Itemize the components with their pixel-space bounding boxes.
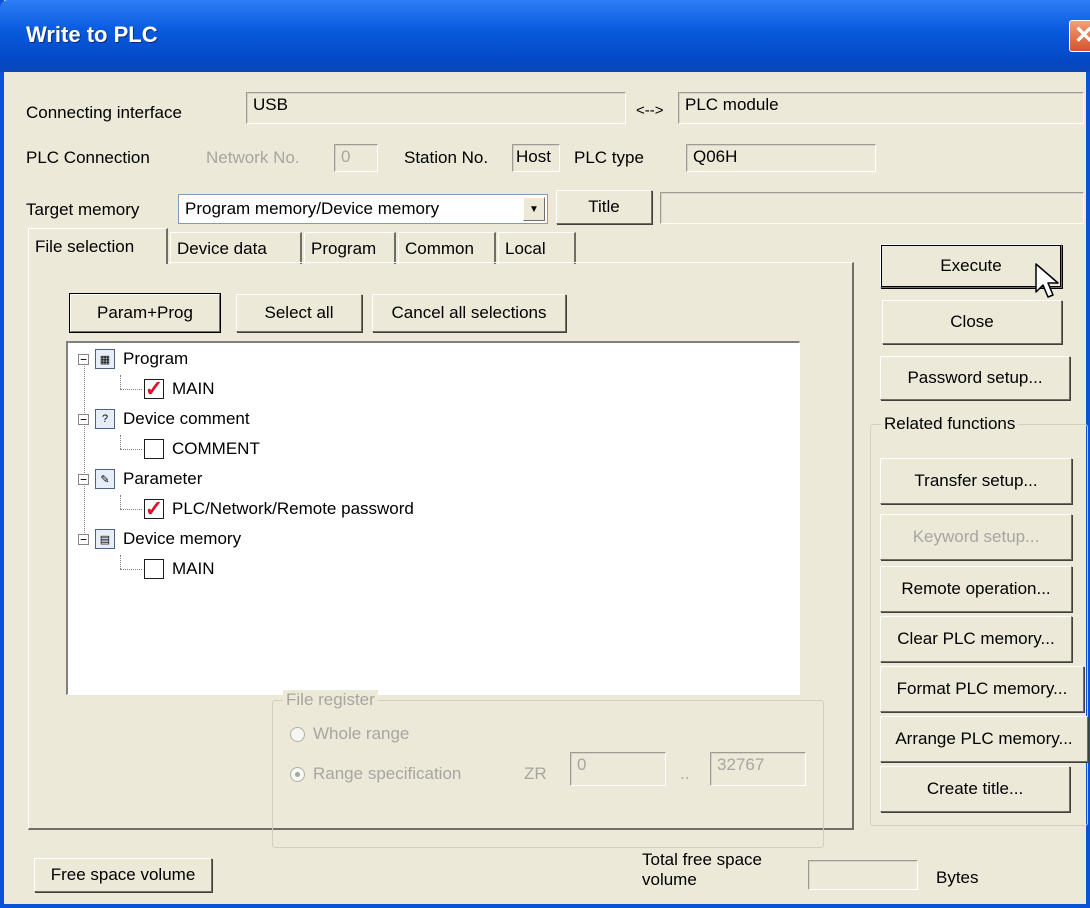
password-setup-button[interactable]: Password setup...: [880, 356, 1070, 400]
parameter-icon: ✎: [95, 469, 115, 489]
device-memory-icon: ▤: [95, 529, 115, 549]
total-free-space-field: [808, 860, 918, 890]
tree-leaf-label: MAIN: [172, 379, 215, 398]
select-all-button[interactable]: Select all: [236, 294, 362, 332]
network-no-field: 0: [334, 144, 378, 172]
param-prog-button[interactable]: Param+Prog: [69, 293, 221, 333]
keyword-setup-button: Keyword setup...: [880, 514, 1072, 560]
title-field[interactable]: [660, 192, 1084, 224]
station-no-field: Host: [512, 144, 560, 172]
mouse-pointer-icon: [1035, 263, 1059, 298]
range-specification-radio[interactable]: Range specification: [290, 764, 461, 784]
tab-file-selection[interactable]: File selection: [28, 228, 168, 264]
title-button[interactable]: Title: [556, 190, 652, 224]
create-title-button[interactable]: Create title...: [880, 766, 1070, 812]
program-icon: ▦: [95, 349, 115, 369]
cancel-all-selections-button[interactable]: Cancel all selections: [372, 294, 566, 332]
remote-operation-button[interactable]: Remote operation...: [880, 566, 1072, 612]
title-bar[interactable]: Write to PLC ✕: [0, 0, 1090, 72]
total-free-space-line2: volume: [642, 870, 697, 889]
network-no-label: Network No.: [206, 148, 300, 167]
connecting-interface-label: Connecting interface: [26, 103, 182, 122]
tab-local[interactable]: Local: [498, 232, 576, 264]
collapse-icon[interactable]: −: [78, 413, 89, 425]
range-from-field: 0: [570, 752, 666, 786]
plc-type-label: PLC type: [574, 148, 644, 167]
target-memory-label: Target memory: [26, 200, 140, 219]
arrange-plc-memory-button[interactable]: Arrange PLC memory...: [880, 716, 1088, 762]
chevron-down-icon[interactable]: ▼: [523, 197, 545, 221]
collapse-icon[interactable]: −: [78, 533, 89, 545]
close-icon[interactable]: ✕: [1069, 20, 1090, 52]
tree-node-label: Device comment: [123, 409, 250, 428]
target-memory-select[interactable]: Program memory/Device memory ▼: [178, 194, 548, 224]
tree-node-device-comment[interactable]: − ? Device comment: [78, 409, 250, 429]
related-functions-legend: Related functions: [881, 414, 1019, 434]
tree-leaf-label: MAIN: [172, 559, 215, 578]
tree-node-program[interactable]: − ▦ Program: [78, 349, 188, 369]
checkbox-unchecked-icon[interactable]: [144, 559, 164, 579]
interface-field: USB: [246, 92, 626, 124]
range-to-field: 32767: [710, 752, 806, 786]
total-free-space-label: Total free space volume: [642, 850, 762, 890]
tree-leaf-main-device-memory[interactable]: MAIN: [144, 559, 215, 579]
radio-selected-icon[interactable]: [290, 767, 305, 783]
station-no-label: Station No.: [404, 148, 489, 167]
tree-leaf-label: COMMENT: [172, 439, 260, 458]
range-specification-label: Range specification: [313, 764, 462, 783]
range-separator: ..: [680, 764, 690, 783]
total-free-space-line1: Total free space: [642, 850, 763, 869]
file-tree[interactable]: − ▦ Program ✓ MAIN − ? Device comment CO…: [66, 341, 800, 695]
tree-leaf-main-program[interactable]: ✓ MAIN: [144, 378, 215, 400]
plc-type-field: Q06H: [686, 144, 876, 172]
collapse-icon[interactable]: −: [78, 353, 89, 365]
checkbox-checked-icon[interactable]: ✓: [144, 378, 164, 400]
whole-range-radio[interactable]: Whole range: [290, 724, 409, 744]
tree-leaf-label: PLC/Network/Remote password: [172, 499, 414, 518]
free-space-volume-button[interactable]: Free space volume: [34, 858, 212, 892]
transfer-setup-button[interactable]: Transfer setup...: [880, 458, 1072, 504]
zr-label: ZR: [524, 764, 547, 783]
tree-node-label: Device memory: [123, 529, 242, 548]
target-memory-value: Program memory/Device memory: [185, 199, 440, 218]
plc-connection-label: PLC Connection: [26, 148, 150, 167]
bytes-unit-label: Bytes: [936, 868, 979, 887]
tab-device-data[interactable]: Device data: [170, 232, 302, 264]
close-button[interactable]: Close: [882, 300, 1062, 344]
window-title: Write to PLC: [26, 22, 158, 47]
tree-node-label: Program: [123, 349, 189, 368]
tree-leaf-plc-network-password[interactable]: ✓ PLC/Network/Remote password: [144, 498, 414, 520]
device-comment-icon: ?: [95, 409, 115, 429]
tree-node-device-memory[interactable]: − ▤ Device memory: [78, 529, 241, 549]
tab-common[interactable]: Common: [398, 232, 496, 264]
tree-leaf-comment[interactable]: COMMENT: [144, 439, 260, 459]
checkbox-checked-icon[interactable]: ✓: [144, 498, 164, 520]
write-to-plc-dialog: Write to PLC ✕ Connecting interface USB …: [0, 0, 1090, 908]
tree-node-parameter[interactable]: − ✎ Parameter: [78, 469, 202, 489]
clear-plc-memory-button[interactable]: Clear PLC memory...: [880, 616, 1072, 662]
file-register-legend: File register: [283, 690, 378, 710]
collapse-icon[interactable]: −: [78, 473, 89, 485]
radio-unselected-icon[interactable]: [290, 727, 305, 743]
format-plc-memory-button[interactable]: Format PLC memory...: [880, 666, 1084, 712]
connection-arrow: <-->: [636, 102, 664, 119]
target-module-field: PLC module: [678, 92, 1084, 124]
tree-node-label: Parameter: [123, 469, 203, 488]
whole-range-label: Whole range: [313, 724, 410, 743]
tab-program[interactable]: Program: [304, 232, 396, 264]
checkbox-unchecked-icon[interactable]: [144, 439, 164, 459]
